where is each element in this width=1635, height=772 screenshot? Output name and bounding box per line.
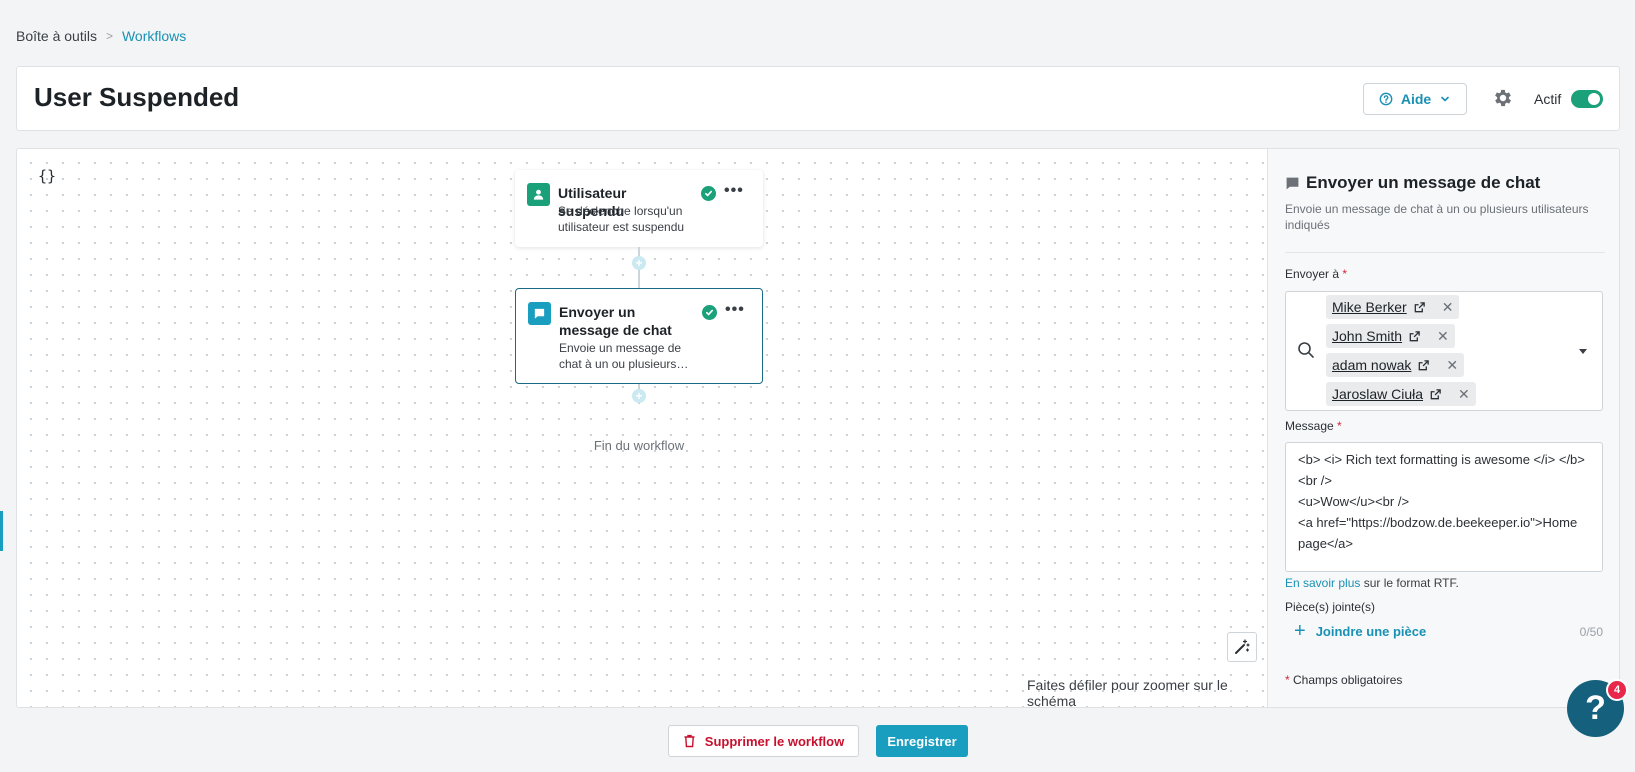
recipients-label: Envoyer à * — [1285, 267, 1347, 281]
required-asterisk: * — [1337, 419, 1342, 433]
external-link-icon[interactable] — [1429, 388, 1442, 401]
user-icon — [527, 183, 550, 206]
external-link-icon[interactable] — [1408, 330, 1421, 343]
rtf-help-suffix: sur le format RTF. — [1360, 576, 1459, 590]
variables-braces-icon[interactable]: {} — [38, 167, 56, 185]
trigger-node[interactable]: Utilisateur suspendu Se déclenche lorsqu… — [515, 170, 763, 247]
left-edge-accent — [0, 511, 3, 551]
required-note-text: Champs obligatoires — [1289, 673, 1403, 687]
workflow-canvas[interactable]: {} Utilisateur suspendu Se déclenche lor… — [17, 149, 1267, 708]
breadcrumb-workflows-link[interactable]: Workflows — [122, 28, 186, 44]
delete-workflow-label: Supprimer le workflow — [704, 733, 845, 749]
active-toggle[interactable] — [1571, 90, 1603, 108]
trigger-node-description: Se déclenche lorsqu'un utilisateur est s… — [558, 204, 685, 234]
page-title: User Suspended — [34, 82, 240, 112]
chat-icon — [1286, 177, 1299, 189]
recipient-chip: adam nowak ✕ — [1326, 353, 1465, 377]
recipient-name-link[interactable]: adam nowak — [1332, 357, 1411, 373]
add-attachment-label: Joindre une pièce — [1315, 623, 1427, 639]
trash-icon — [684, 734, 695, 748]
delete-workflow-button[interactable]: Supprimer le workflow — [668, 725, 859, 757]
recipient-name-link[interactable]: Jaroslaw Ciuła — [1332, 386, 1423, 402]
message-label: Message * — [1285, 419, 1342, 433]
attachment-count: 0/50 — [1579, 625, 1603, 639]
recipients-dropdown-arrow-icon[interactable] — [1579, 349, 1587, 354]
action-node-description: Envoie un message de chat à un ou plusie… — [559, 341, 689, 371]
action-footer: Supprimer le workflow Enregistrer — [0, 708, 1635, 772]
more-options-icon[interactable]: ••• — [724, 182, 744, 200]
workflow-end-label: Fin du workflow — [593, 438, 685, 453]
auto-layout-button[interactable] — [1227, 632, 1257, 662]
workflow-editor: {} Utilisateur suspendu Se déclenche lor… — [16, 148, 1620, 708]
more-options-icon[interactable]: ••• — [725, 301, 745, 319]
toggle-knob — [1588, 93, 1600, 105]
zoom-hint: Faites défiler pour zoomer sur le schéma — [1027, 677, 1228, 708]
breadcrumb: Boîte à outils > Workflows — [16, 28, 186, 44]
save-button[interactable]: Enregistrer — [876, 725, 968, 757]
step-settings-panel: Envoyer un message de chat Envoie un mes… — [1267, 149, 1619, 707]
external-link-icon[interactable] — [1417, 359, 1430, 372]
message-label-text: Message — [1285, 419, 1334, 433]
recipient-chip: John Smith ✕ — [1326, 324, 1455, 348]
recipients-label-text: Envoyer à — [1285, 267, 1340, 281]
add-step-button[interactable]: + — [632, 389, 646, 403]
plus-icon: + — [1294, 620, 1306, 642]
question-mark-icon: ? — [1585, 689, 1606, 727]
action-node-title: Envoyer un message de chat — [559, 304, 672, 338]
chat-icon — [528, 302, 551, 325]
recipient-chip: Jaroslaw Ciuła ✕ — [1326, 382, 1476, 406]
add-step-button[interactable]: + — [632, 256, 646, 270]
remove-recipient-icon[interactable]: ✕ — [1437, 328, 1449, 345]
notification-badge: 4 — [1606, 679, 1628, 701]
check-circle-icon — [701, 186, 716, 201]
attachments-label: Pièce(s) jointe(s) — [1285, 600, 1376, 614]
external-link-icon[interactable] — [1413, 301, 1426, 314]
required-fields-note: * Champs obligatoires — [1285, 673, 1402, 687]
message-textarea[interactable]: <b> <i> Rich text formatting is awesome … — [1285, 442, 1603, 572]
remove-recipient-icon[interactable]: ✕ — [1458, 386, 1470, 403]
magic-wand-icon — [1235, 639, 1250, 654]
recipients-field[interactable]: Mike Berker ✕ John Smith ✕ adam nowak ✕ … — [1285, 291, 1603, 411]
required-asterisk: * — [1342, 267, 1348, 281]
workflow-header: User Suspended Aide Actif — [16, 66, 1620, 131]
panel-title-text: Envoyer un message de chat — [1306, 173, 1541, 192]
help-circle-icon — [1379, 92, 1393, 106]
help-dropdown-button[interactable]: Aide — [1363, 83, 1467, 115]
learn-more-link[interactable]: En savoir plus — [1285, 576, 1360, 590]
add-attachment-button[interactable]: + Joindre une pièce — [1294, 621, 1426, 641]
search-icon — [1298, 342, 1314, 358]
breadcrumb-toolbox-link[interactable]: Boîte à outils — [16, 28, 97, 44]
recipient-name-link[interactable]: Mike Berker — [1332, 299, 1407, 315]
panel-title: Envoyer un message de chat — [1285, 173, 1540, 193]
divider — [1285, 252, 1605, 253]
breadcrumb-separator: > — [105, 29, 113, 43]
help-label: Aide — [1400, 91, 1432, 107]
panel-description: Envoie un message de chat à un ou plusie… — [1285, 202, 1589, 232]
remove-recipient-icon[interactable]: ✕ — [1442, 299, 1454, 316]
remove-recipient-icon[interactable]: ✕ — [1446, 357, 1458, 374]
action-node[interactable]: Envoyer un message de chat Envoie un mes… — [515, 288, 763, 384]
recipient-name-link[interactable]: John Smith — [1332, 328, 1402, 344]
recipient-chip: Mike Berker ✕ — [1326, 295, 1460, 319]
chevron-down-icon — [1441, 96, 1449, 102]
rtf-help-text: En savoir plus sur le format RTF. — [1285, 576, 1459, 590]
gear-icon[interactable] — [1492, 87, 1514, 109]
check-circle-icon — [702, 305, 717, 320]
active-label: Actif — [1534, 91, 1562, 107]
